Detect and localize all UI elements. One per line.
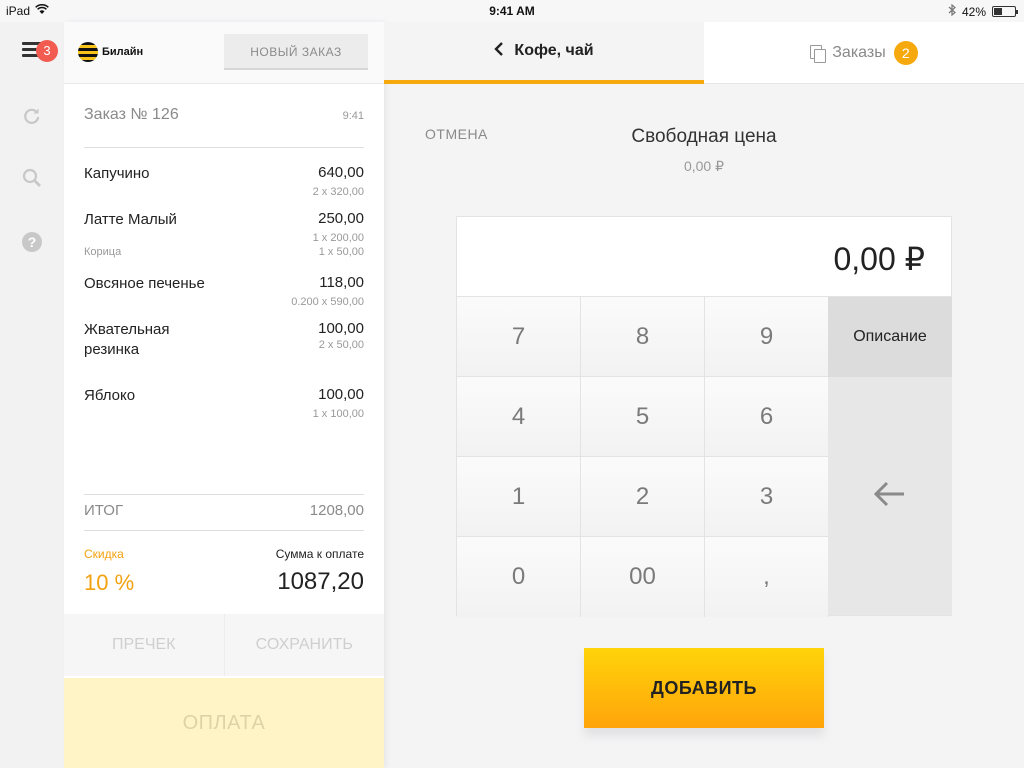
order-panel: Билайн НОВЫЙ ЗАКАЗ Заказ № 126 9:41 Капу… — [64, 22, 384, 768]
status-time: 9:41 AM — [489, 4, 535, 18]
key-comma[interactable]: , — [705, 537, 829, 617]
modifier-detail: 1 x 50,00 — [318, 246, 364, 258]
help-icon[interactable]: ? — [22, 232, 42, 252]
free-price-subtitle: 0,00 ₽ — [683, 158, 725, 174]
order-title: Заказ № 126 — [84, 106, 179, 123]
key-1[interactable]: 1 — [457, 457, 581, 537]
top-tabs: Кофе, чай Заказы 2 — [384, 22, 1024, 84]
item-detail: 0.200 x 590,00 — [291, 296, 364, 308]
item-name: Овсяное печенье — [84, 275, 205, 292]
item-price: 250,00 — [318, 210, 364, 227]
key-6[interactable]: 6 — [705, 377, 829, 457]
pay-button[interactable]: ОПЛАТА — [64, 678, 384, 768]
backspace-button[interactable] — [828, 377, 952, 615]
tab-category-label: Кофе, чай — [514, 42, 594, 59]
bluetooth-icon — [948, 3, 956, 19]
menu-notification-badge: 3 — [36, 40, 58, 62]
total-label: ИТОГ — [84, 502, 124, 519]
copy-icon — [810, 44, 827, 63]
item-modifier: Корица 1 x 50,00 — [84, 246, 364, 258]
precheck-button[interactable]: ПРЕЧЕК — [64, 614, 225, 676]
amount-due-value: 1087,20 — [277, 568, 364, 595]
discount-label[interactable]: Скидка — [84, 547, 124, 561]
item-price: 100,00 — [318, 386, 364, 403]
key-7[interactable]: 7 — [457, 297, 581, 377]
left-rail: 3 ? — [0, 22, 64, 768]
description-button[interactable]: Описание — [828, 297, 952, 377]
total-row: ИТОГ 1208,00 — [84, 502, 364, 519]
new-order-button[interactable]: НОВЫЙ ЗАКАЗ — [224, 34, 368, 70]
free-price-title: Свободная цена — [631, 126, 777, 147]
numeric-keypad: 0,00 ₽ 7 8 9 Описание 4 5 6 1 2 3 0 00 , — [456, 216, 952, 617]
discount-value[interactable]: 10 % — [84, 570, 134, 596]
order-actions: ПРЕЧЕК СОХРАНИТЬ — [64, 614, 384, 676]
search-icon[interactable] — [22, 168, 42, 188]
beeline-logo-icon — [78, 42, 98, 62]
tab-category[interactable]: Кофе, чай — [384, 22, 704, 84]
refresh-icon[interactable] — [22, 106, 42, 126]
key-00[interactable]: 00 — [581, 537, 705, 617]
item-name: Яблоко — [84, 387, 136, 404]
order-item[interactable]: Яблоко 100,00 1 x 100,00 — [84, 386, 364, 420]
order-item[interactable]: Овсяное печенье 118,00 0.200 x 590,00 — [84, 274, 364, 308]
price-display: 0,00 ₽ — [457, 217, 951, 297]
key-8[interactable]: 8 — [581, 297, 705, 377]
key-5[interactable]: 5 — [581, 377, 705, 457]
status-bar: iPad 9:41 AM 42% — [0, 0, 1024, 22]
order-title-row: Заказ № 126 9:41 — [84, 106, 364, 124]
order-item[interactable]: Капучино 640,00 2 x 320,00 — [84, 164, 364, 198]
order-header: Билайн НОВЫЙ ЗАКАЗ — [64, 22, 384, 84]
item-price: 640,00 — [318, 164, 364, 181]
key-9[interactable]: 9 — [705, 297, 829, 377]
key-3[interactable]: 3 — [705, 457, 829, 537]
tab-orders[interactable]: Заказы 2 — [704, 22, 1024, 84]
key-4[interactable]: 4 — [457, 377, 581, 457]
modifier-name: Корица — [84, 246, 122, 258]
total-value: 1208,00 — [309, 502, 364, 519]
item-detail: 2 x 50,00 — [318, 339, 364, 351]
svg-text:?: ? — [28, 234, 37, 250]
item-detail: 1 x 100,00 — [312, 408, 364, 420]
brand-logo: Билайн — [78, 42, 143, 62]
order-item[interactable]: Латте Малый 250,00 1 x 200,00 Корица 1 x… — [84, 210, 364, 258]
key-2[interactable]: 2 — [581, 457, 705, 537]
item-name: Латте Малый — [84, 211, 177, 228]
battery-icon — [992, 6, 1018, 17]
item-detail: 1 x 200,00 — [312, 232, 364, 244]
brand-name: Билайн — [102, 46, 144, 58]
backspace-arrow-icon — [872, 480, 908, 513]
save-button[interactable]: СОХРАНИТЬ — [225, 614, 385, 676]
order-time: 9:41 — [342, 110, 364, 122]
key-0[interactable]: 0 — [457, 537, 581, 617]
add-button[interactable]: ДОБАВИТЬ — [584, 648, 824, 728]
item-name: Жвательная резинка — [84, 321, 170, 358]
chevron-left-icon[interactable] — [494, 41, 504, 62]
item-price: 118,00 — [319, 274, 364, 291]
divider — [84, 494, 364, 495]
battery-percent: 42% — [961, 4, 986, 19]
orders-count-badge: 2 — [893, 40, 918, 65]
tab-orders-label: Заказы — [832, 43, 886, 61]
divider — [84, 147, 364, 148]
amount-due-label: Сумма к оплате — [275, 547, 364, 561]
item-detail: 2 x 320,00 — [312, 186, 364, 198]
order-item[interactable]: Жвательная резинка 100,00 2 x 50,00 — [84, 320, 364, 360]
divider — [84, 530, 364, 531]
battery-level — [994, 8, 1003, 15]
item-name: Капучино — [84, 165, 150, 182]
item-price: 100,00 — [318, 320, 364, 337]
